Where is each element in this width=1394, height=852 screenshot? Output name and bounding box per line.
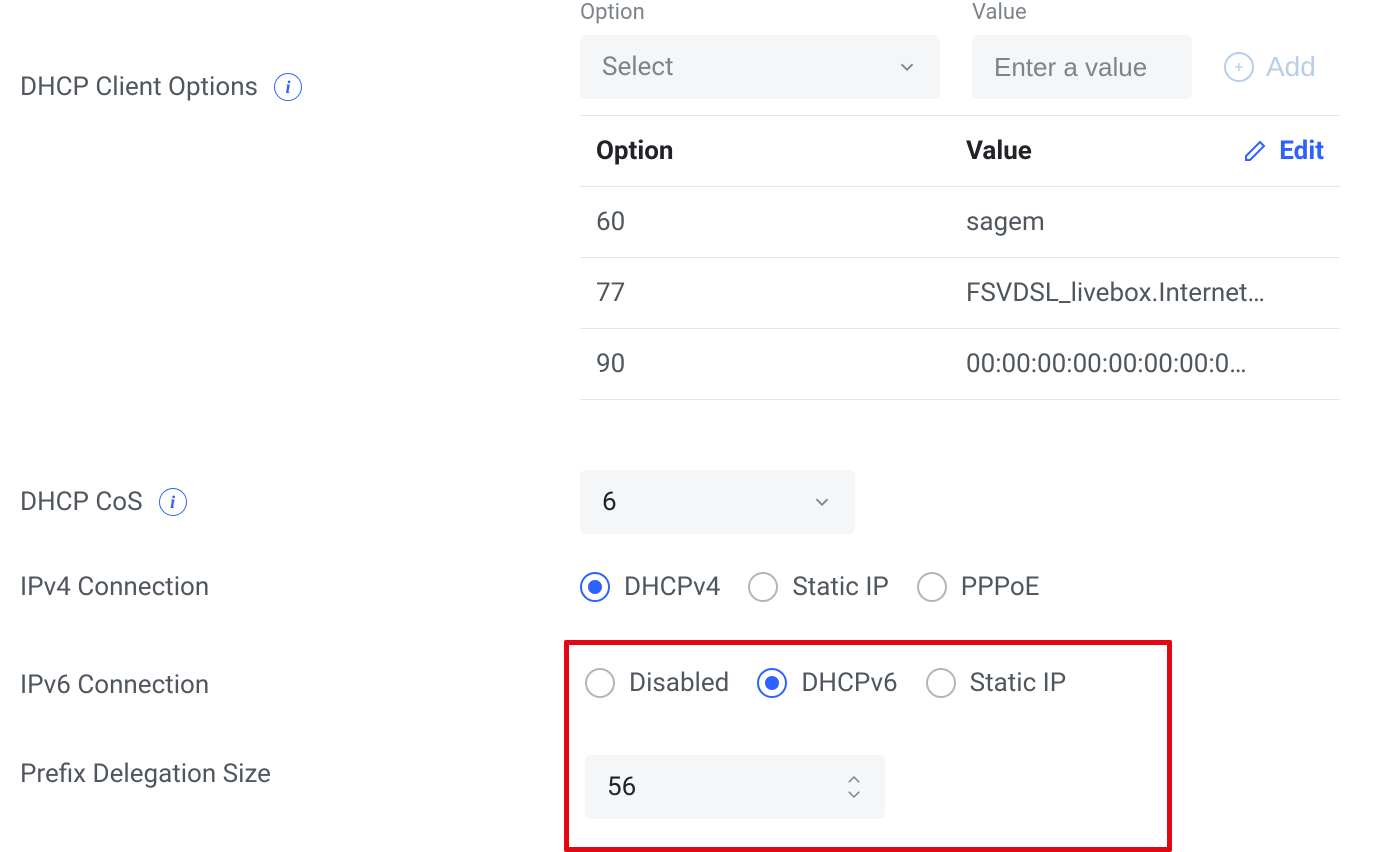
dhcp-cos-value: 6: [602, 487, 617, 517]
pencil-icon: [1243, 139, 1267, 163]
radio-icon: [748, 572, 778, 602]
option-select[interactable]: Select: [580, 35, 940, 99]
table-cell-option: 90: [580, 329, 950, 400]
radio-label: DHCPv4: [624, 572, 720, 602]
chevron-up-icon[interactable]: [845, 774, 863, 786]
table-cell-option: 77: [580, 258, 950, 329]
ipv6-radio-static-ip[interactable]: Static IP: [926, 668, 1066, 698]
ipv4-connection-label: IPv4 Connection: [20, 572, 209, 602]
radio-icon: [580, 572, 610, 602]
dhcp-cos-select[interactable]: 6: [580, 470, 855, 534]
table-cell-option: 60: [580, 187, 950, 258]
table-header-option: Option: [580, 116, 950, 187]
add-button[interactable]: Add: [1224, 51, 1316, 83]
value-field-header: Value: [972, 0, 1192, 25]
table-cell-value: 00:00:00:00:00:00:00:0…: [950, 329, 1340, 400]
prefix-delegation-value: 56: [607, 772, 636, 802]
value-input[interactable]: [994, 52, 1170, 83]
radio-icon: [926, 668, 956, 698]
chevron-down-icon: [811, 491, 833, 513]
chevron-down-icon[interactable]: [845, 788, 863, 800]
prefix-delegation-label: Prefix Delegation Size: [20, 759, 271, 789]
dhcp-client-options-label: DHCP Client Options: [20, 72, 258, 102]
table-cell-value: sagem: [950, 187, 1340, 258]
table-row: 90 00:00:00:00:00:00:00:0…: [580, 329, 1340, 400]
prefix-delegation-input[interactable]: 56: [585, 755, 885, 819]
ipv6-radio-disabled[interactable]: Disabled: [585, 668, 729, 698]
radio-icon: [917, 572, 947, 602]
radio-icon: [757, 668, 787, 698]
option-select-placeholder: Select: [602, 52, 673, 82]
ipv4-radio-group: DHCPv4 Static IP PPPoE: [580, 572, 1039, 602]
radio-label: DHCPv6: [801, 668, 897, 698]
ipv4-radio-static-ip[interactable]: Static IP: [748, 572, 888, 602]
plus-circle-icon: [1224, 52, 1254, 82]
radio-label: Disabled: [629, 668, 729, 698]
radio-label: Static IP: [970, 668, 1066, 698]
ipv4-radio-pppoe[interactable]: PPPoE: [917, 572, 1040, 602]
table-row: 77 FSVDSL_livebox.Internet…: [580, 258, 1340, 329]
info-icon[interactable]: i: [274, 73, 302, 101]
edit-button[interactable]: Edit: [1243, 136, 1324, 166]
radio-label: Static IP: [792, 572, 888, 602]
ipv6-connection-label: IPv6 Connection: [20, 670, 209, 700]
table-row: 60 sagem: [580, 187, 1340, 258]
dhcp-options-table: Option Value Edit: [580, 115, 1340, 400]
table-cell-value: FSVDSL_livebox.Internet…: [950, 258, 1340, 329]
table-header-value-cell: Value Edit: [950, 116, 1340, 187]
radio-icon: [585, 668, 615, 698]
ipv6-radio-group: Disabled DHCPv6 Static IP: [585, 663, 1151, 703]
ipv6-highlight-box: Disabled DHCPv6 Static IP 56: [564, 640, 1172, 852]
value-input-wrapper: [972, 35, 1192, 99]
chevron-down-icon: [896, 56, 918, 78]
table-header-value: Value: [966, 136, 1032, 166]
edit-button-label: Edit: [1279, 136, 1324, 166]
ipv6-radio-dhcpv6[interactable]: DHCPv6: [757, 668, 897, 698]
ipv4-radio-dhcpv4[interactable]: DHCPv4: [580, 572, 720, 602]
option-field-header: Option: [580, 0, 940, 25]
info-icon[interactable]: i: [159, 488, 187, 516]
add-button-label: Add: [1266, 51, 1316, 83]
radio-label: PPPoE: [961, 572, 1040, 602]
dhcp-cos-label: DHCP CoS: [20, 487, 143, 517]
